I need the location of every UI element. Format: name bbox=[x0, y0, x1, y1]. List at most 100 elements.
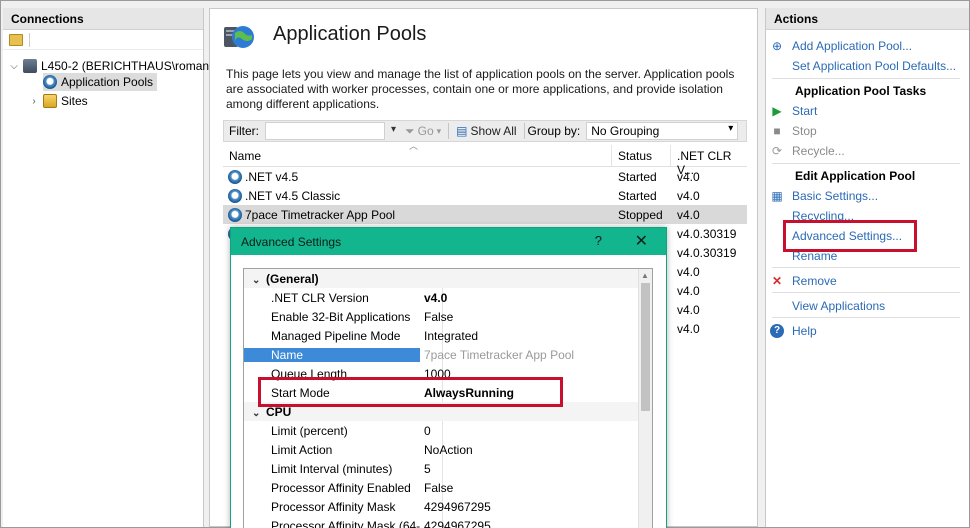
pool-clr: v4.0 bbox=[677, 169, 700, 184]
help-icon: ? bbox=[770, 324, 784, 338]
application-pools-icon bbox=[43, 75, 57, 89]
property-key: Limit Action bbox=[271, 442, 333, 457]
connect-folder-icon[interactable] bbox=[9, 33, 23, 46]
property-value[interactable]: 4294967295 bbox=[420, 519, 638, 528]
property-row[interactable]: Limit Interval (minutes) 5 bbox=[244, 459, 639, 478]
help-link[interactable]: Help bbox=[792, 324, 817, 338]
remove-action[interactable]: ✕ Remove bbox=[770, 272, 837, 290]
property-row[interactable]: Managed Pipeline Mode Integrated bbox=[244, 326, 639, 345]
close-icon[interactable]: ✕ bbox=[635, 231, 648, 251]
pool-name: 7pace Timetracker App Pool bbox=[245, 207, 396, 222]
show-all-icon: ▤ bbox=[456, 124, 468, 138]
remove-link[interactable]: Remove bbox=[792, 274, 837, 288]
go-label: Go bbox=[417, 124, 434, 138]
actions-title: Actions bbox=[766, 8, 969, 30]
collapse-chevron-icon[interactable]: ⌄ bbox=[252, 408, 266, 419]
actions-divider bbox=[772, 317, 960, 318]
table-row[interactable]: .NET v4.5 Classic Started v4.0 bbox=[223, 186, 747, 205]
show-all-button[interactable]: ▤ Show All bbox=[452, 124, 520, 138]
property-value[interactable]: 7pace Timetracker App Pool bbox=[420, 348, 638, 362]
category-general[interactable]: ⌄ (General) bbox=[244, 269, 639, 288]
property-value[interactable]: v4.0 bbox=[420, 291, 638, 305]
pool-clr: v4.0 bbox=[677, 283, 700, 298]
edit-pool-heading: Edit Application Pool bbox=[795, 169, 916, 183]
tree-item-sites[interactable]: › Sites bbox=[29, 92, 88, 110]
pools-table-header: ︿ Name Status .NET CLR V... bbox=[223, 141, 747, 177]
start-action[interactable]: ▶ Start bbox=[770, 102, 817, 120]
pool-clr: v4.0 bbox=[677, 264, 700, 279]
toolbar-divider bbox=[523, 123, 525, 139]
property-row[interactable]: Processor Affinity Mask 4294967295 bbox=[244, 497, 639, 516]
add-pool-icon: ⊕ bbox=[771, 39, 783, 53]
view-applications-link[interactable]: View Applications bbox=[792, 299, 885, 313]
property-row[interactable]: Limit (percent) 0 bbox=[244, 421, 639, 440]
add-application-pool-link[interactable]: Add Application Pool... bbox=[792, 39, 912, 53]
property-value[interactable]: NoAction bbox=[420, 443, 638, 457]
collapse-arrow-icon[interactable]: ⌵ bbox=[9, 61, 19, 72]
basic-settings-link[interactable]: Basic Settings... bbox=[792, 189, 878, 203]
scroll-up-arrow-icon[interactable]: ▲ bbox=[641, 271, 649, 280]
property-row[interactable]: Enable 32-Bit Applications False bbox=[244, 307, 639, 326]
group-by-select[interactable]: No Grouping bbox=[586, 122, 739, 140]
dialog-titlebar[interactable]: Advanced Settings ? ✕ bbox=[231, 228, 666, 255]
stop-action: ■ Stop bbox=[770, 122, 817, 140]
property-key: .NET CLR Version bbox=[271, 290, 369, 305]
help-action[interactable]: ? Help bbox=[770, 322, 817, 340]
app-pool-icon bbox=[228, 169, 242, 184]
page-description: This page lets you view and manage the l… bbox=[226, 67, 735, 111]
view-applications-action[interactable]: View Applications bbox=[770, 297, 885, 315]
recycle-label: Recycle... bbox=[792, 144, 845, 158]
help-question-icon[interactable]: ? bbox=[595, 233, 602, 248]
property-value[interactable]: 0 bbox=[420, 424, 638, 438]
property-value[interactable]: 4294967295 bbox=[420, 500, 638, 514]
pool-name: .NET v4.5 bbox=[245, 169, 299, 184]
column-status[interactable]: Status bbox=[612, 145, 671, 166]
pool-clr: v4.0.30319 bbox=[677, 245, 737, 260]
property-row-selected[interactable]: Name 7pace Timetracker App Pool bbox=[244, 345, 639, 364]
property-value[interactable]: 5 bbox=[420, 462, 638, 476]
table-row[interactable]: .NET v4.5 Started v4.0 bbox=[223, 167, 747, 186]
show-all-label: Show All bbox=[470, 124, 517, 138]
actions-panel: Actions ⊕ Add Application Pool... Set Ap… bbox=[765, 8, 969, 527]
column-clr-version[interactable]: .NET CLR V... bbox=[671, 145, 747, 177]
connections-panel: Connections ⌵ L450-2 (BERICHTHAUS\roman … bbox=[3, 8, 209, 527]
sites-label: Sites bbox=[61, 94, 88, 108]
tree-item-application-pools[interactable]: Application Pools bbox=[43, 73, 158, 91]
group-by-label: Group by: bbox=[527, 124, 581, 138]
sort-ascending-icon: ︿ bbox=[409, 141, 419, 151]
collapse-chevron-icon[interactable]: ⌄ bbox=[252, 275, 266, 286]
property-key: Managed Pipeline Mode bbox=[271, 328, 401, 343]
stop-label: Stop bbox=[792, 124, 817, 138]
recycle-icon: ⟳ bbox=[771, 144, 783, 158]
column-name[interactable]: ︿ Name bbox=[223, 141, 612, 166]
pool-name: .NET v4.5 Classic bbox=[245, 188, 341, 203]
pool-clr: v4.0 bbox=[677, 207, 700, 222]
property-value[interactable]: Integrated bbox=[420, 329, 638, 343]
property-value[interactable]: False bbox=[420, 481, 638, 495]
scrollbar-thumb[interactable] bbox=[641, 283, 650, 411]
filter-toolbar: Filter: ⏷ Go ▾ ▤ Show All Group by: No G… bbox=[223, 120, 747, 142]
advanced-settings-highlight bbox=[783, 220, 917, 252]
property-key: Name bbox=[244, 347, 420, 362]
start-link[interactable]: Start bbox=[792, 104, 817, 118]
go-button[interactable]: ⏷ Go ▾ bbox=[401, 124, 445, 139]
remove-x-icon: ✕ bbox=[771, 274, 783, 288]
property-grid-scrollbar[interactable]: ▲ bbox=[638, 269, 652, 528]
property-row[interactable]: .NET CLR Version v4.0 bbox=[244, 288, 639, 307]
property-row[interactable]: Processor Affinity Mask (64-bit c 429496… bbox=[244, 516, 639, 528]
application-pools-globe-icon bbox=[224, 26, 254, 48]
expand-arrow-icon[interactable]: › bbox=[29, 96, 39, 107]
app-pool-icon bbox=[228, 188, 242, 203]
set-defaults-link[interactable]: Set Application Pool Defaults... bbox=[792, 59, 956, 73]
basic-settings-action[interactable]: ▦ Basic Settings... bbox=[770, 187, 878, 205]
actions-divider bbox=[772, 163, 960, 164]
property-value[interactable]: False bbox=[420, 310, 638, 324]
table-row-selected[interactable]: 7pace Timetracker App Pool Stopped v4.0 bbox=[223, 205, 747, 224]
property-row[interactable]: Limit Action NoAction bbox=[244, 440, 639, 459]
add-application-pool-action[interactable]: ⊕ Add Application Pool... bbox=[770, 37, 912, 55]
application-pools-label: Application Pools bbox=[61, 75, 154, 89]
filter-input[interactable] bbox=[265, 122, 396, 140]
connections-toolbar bbox=[3, 30, 203, 50]
property-row[interactable]: Processor Affinity Enabled False bbox=[244, 478, 639, 497]
set-defaults-action[interactable]: Set Application Pool Defaults... bbox=[770, 57, 956, 75]
